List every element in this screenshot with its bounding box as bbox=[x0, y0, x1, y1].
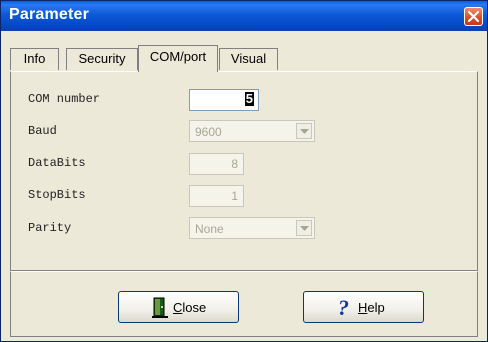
tab-security[interactable]: Security bbox=[66, 48, 138, 70]
window-close-button[interactable] bbox=[464, 7, 483, 26]
chevron-down-icon bbox=[300, 226, 309, 231]
databits-value: 8 bbox=[231, 157, 238, 171]
baud-dropdown-button[interactable] bbox=[296, 123, 312, 139]
tab-com-port[interactable]: COM/port bbox=[138, 45, 218, 72]
title-bar[interactable]: Parameter bbox=[1, 1, 487, 31]
door-icon bbox=[152, 297, 168, 318]
close-button-label: Close bbox=[173, 300, 207, 315]
databits-input[interactable]: 8 bbox=[189, 153, 244, 175]
close-icon bbox=[468, 11, 479, 22]
tab-com-port-label: COM/port bbox=[149, 49, 207, 64]
com-number-value: 5 bbox=[244, 91, 254, 106]
tab-visual-label: Visual bbox=[230, 51, 267, 66]
parity-value: None bbox=[195, 222, 224, 236]
help-button[interactable]: ? Help bbox=[303, 291, 424, 323]
question-mark-icon: ? bbox=[338, 297, 349, 318]
window-title: Parameter bbox=[9, 6, 90, 23]
parity-label: Parity bbox=[28, 221, 72, 235]
help-button-label: Help bbox=[358, 300, 385, 315]
parity-select[interactable]: None bbox=[189, 217, 315, 239]
svg-text:?: ? bbox=[338, 297, 349, 318]
chevron-down-icon bbox=[300, 129, 309, 134]
stopbits-label: StopBits bbox=[28, 188, 86, 202]
baud-value: 9600 bbox=[195, 125, 222, 139]
parameter-dialog: Parameter Info Security COM/port Visual … bbox=[0, 0, 488, 342]
parity-dropdown-button[interactable] bbox=[296, 220, 312, 236]
baud-label: Baud bbox=[28, 124, 57, 138]
stopbits-value: 1 bbox=[231, 189, 238, 203]
com-number-label: COM number bbox=[28, 92, 101, 106]
close-button[interactable]: Close bbox=[118, 291, 239, 323]
stopbits-input[interactable]: 1 bbox=[189, 185, 244, 207]
tab-info[interactable]: Info bbox=[10, 48, 59, 70]
tab-info-label: Info bbox=[23, 51, 46, 66]
com-number-input[interactable]: 5 bbox=[189, 89, 259, 111]
databits-label: DataBits bbox=[28, 156, 86, 170]
baud-select[interactable]: 9600 bbox=[189, 120, 315, 142]
tab-security-label: Security bbox=[78, 51, 126, 66]
tab-visual[interactable]: Visual bbox=[219, 48, 278, 70]
